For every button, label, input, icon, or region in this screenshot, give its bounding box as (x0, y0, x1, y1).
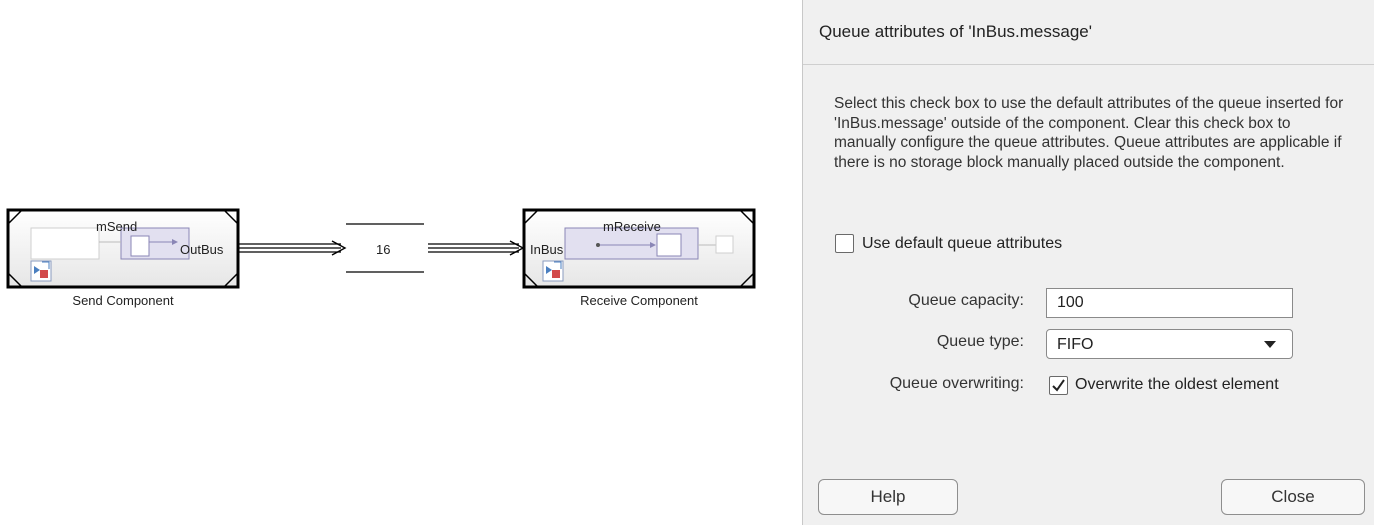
bus-line-out[interactable] (238, 240, 347, 256)
model-canvas[interactable]: mSend OutBus Send Component 16 mReceive … (0, 0, 800, 525)
inbus-port-label: InBus (530, 242, 564, 257)
queue-type-dropdown[interactable]: FIFO (1046, 329, 1293, 359)
library-link-icon (30, 260, 52, 282)
overwrite-oldest-checkbox[interactable] (1049, 376, 1068, 395)
outbus-port-label: OutBus (180, 242, 224, 257)
library-link-icon (542, 260, 564, 282)
queue-attributes-dialog: Queue attributes of 'InBus.message' Sele… (802, 0, 1374, 525)
bus-line-in[interactable] (428, 240, 525, 256)
queue-overwriting-label: Queue overwriting: (889, 375, 1024, 392)
default-attributes-checkbox[interactable] (835, 234, 854, 253)
overwrite-oldest-label[interactable]: Overwrite the oldest element (1075, 376, 1279, 394)
queue-size-label: 16 (376, 242, 391, 257)
checkmark-icon (1052, 379, 1065, 392)
receive-inner-name: mReceive (603, 219, 661, 234)
queue-type-value: FIFO (1057, 336, 1094, 353)
dialog-title: Queue attributes of 'InBus.message' (803, 0, 1374, 65)
default-attributes-label[interactable]: Use default queue attributes (862, 235, 1062, 253)
send-component-caption: Send Component (72, 293, 174, 308)
queue-capacity-label: Queue capacity: (908, 292, 1024, 309)
close-button[interactable]: Close (1221, 479, 1365, 515)
dialog-description: Select this check box to use the default… (834, 95, 1344, 171)
queue-type-label: Queue type: (936, 333, 1024, 350)
queue-capacity-input[interactable] (1046, 288, 1293, 318)
receive-component-caption: Receive Component (580, 293, 698, 308)
help-button[interactable]: Help (818, 479, 958, 515)
chevron-down-icon (1264, 341, 1276, 348)
send-inner-name: mSend (96, 219, 138, 234)
